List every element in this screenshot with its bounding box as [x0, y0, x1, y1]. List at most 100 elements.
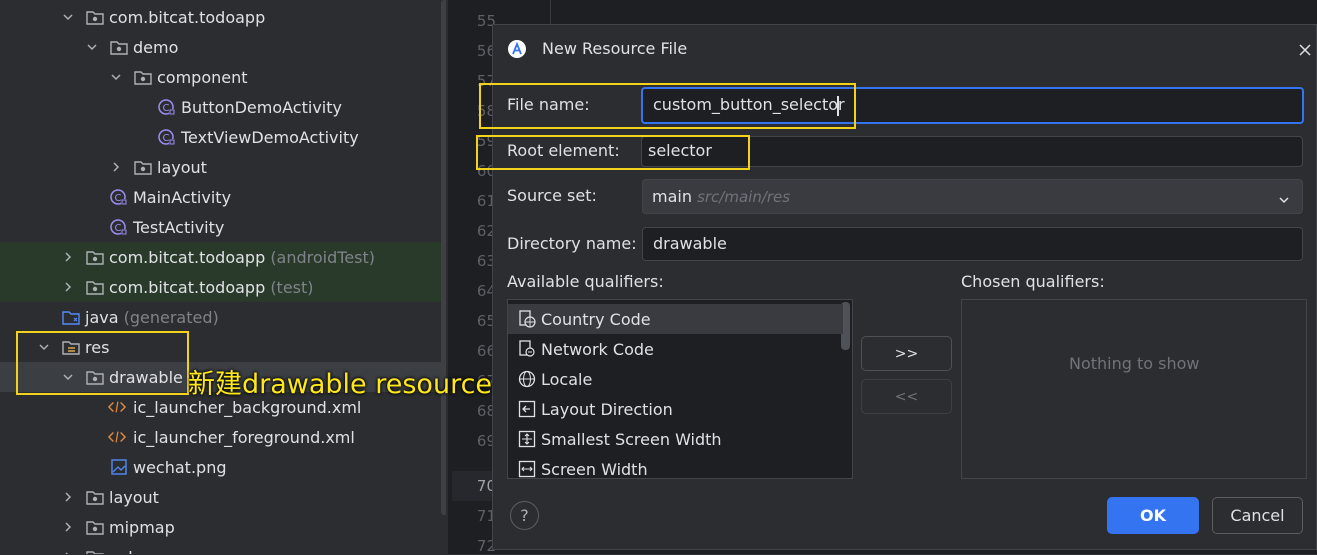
tree-item-folder[interactable]: demo — [0, 32, 446, 62]
qualifier-item[interactable]: Country Code — [508, 304, 843, 334]
tree-item-package[interactable]: com.bitcat.todoapp (test) — [0, 272, 446, 302]
tree-item-class[interactable]: C TextViewDemoActivity — [0, 122, 446, 152]
tree-item-label: java — [85, 307, 119, 327]
chevron-right-icon[interactable] — [63, 252, 73, 262]
line-number: 63 — [476, 252, 496, 270]
qualifier-item[interactable]: Screen Width — [508, 454, 843, 484]
tree-item-class[interactable]: C TestActivity — [0, 212, 446, 242]
line-number: 72 — [476, 537, 496, 555]
tree-item-package[interactable]: com.bitcat.todoapp (androidTest) — [0, 242, 446, 272]
chevron-down-icon[interactable] — [1278, 191, 1290, 204]
qualifier-label: Screen Width — [541, 459, 648, 479]
tree-scrollbar[interactable] — [441, 0, 446, 515]
annotation-caption: 新建drawable resource — [188, 369, 493, 400]
activity-class-icon: C — [110, 218, 128, 236]
qualifier-label: Network Code — [541, 339, 654, 359]
line-number: 64 — [476, 282, 496, 300]
source-set-path: src/main/res — [697, 188, 791, 206]
package-icon — [86, 548, 104, 554]
tree-item-label: com.bitcat.todoapp — [109, 247, 266, 267]
tree-item-label: demo — [133, 37, 179, 57]
highlight-box — [476, 135, 750, 170]
highlight-box — [479, 83, 856, 129]
chevron-right-icon[interactable] — [63, 492, 73, 502]
chevron-right-icon[interactable] — [63, 522, 73, 532]
tree-item-folder[interactable]: layout — [0, 482, 446, 512]
tree-item-folder[interactable]: java (generated) — [0, 302, 446, 332]
xml-file-icon — [108, 398, 126, 416]
project-tree: com.bitcat.todoapp demo component C Butt… — [0, 0, 446, 554]
tree-item-folder[interactable]: values — [0, 542, 446, 554]
country-code-icon — [518, 310, 536, 328]
layout-direction-icon — [518, 400, 536, 418]
help-button[interactable]: ? — [510, 501, 539, 530]
tree-item-label: component — [157, 67, 248, 87]
tree-item-suffix: (test) — [270, 277, 314, 297]
qualifier-item[interactable]: Layout Direction — [508, 394, 843, 424]
line-number: 70 — [476, 477, 496, 495]
tree-item-class[interactable]: C MainActivity — [0, 182, 446, 212]
tree-item-folder[interactable]: mipmap — [0, 512, 446, 542]
package-icon — [134, 158, 152, 176]
tree-item-folder[interactable]: component — [0, 62, 446, 92]
chevron-down-icon[interactable] — [63, 12, 73, 22]
directory-name-field[interactable] — [642, 227, 1303, 261]
tree-item-label: ic_launcher_foreground.xml — [133, 427, 355, 447]
package-icon — [86, 518, 104, 536]
source-set-value: main — [652, 187, 692, 206]
android-studio-icon — [507, 39, 527, 59]
line-number: 69 — [476, 432, 496, 450]
tree-item-label: ButtonDemoActivity — [181, 97, 342, 117]
package-icon — [86, 8, 104, 26]
tree-item-file[interactable]: wechat.png — [0, 452, 446, 482]
directory-name-value: drawable — [653, 234, 727, 253]
tree-item-package[interactable]: com.bitcat.todoapp — [0, 2, 446, 32]
xml-file-icon — [108, 428, 126, 446]
tree-item-label: TestActivity — [133, 217, 225, 237]
activity-class-icon: C — [158, 128, 176, 146]
ok-button[interactable]: OK — [1107, 497, 1199, 534]
tree-item-label: values — [109, 548, 161, 555]
image-file-icon — [110, 458, 128, 476]
smallest-screen-width-icon — [518, 430, 536, 448]
qualifier-item[interactable]: Network Code — [508, 334, 843, 364]
line-number: 65 — [476, 312, 496, 330]
activity-class-icon: C — [158, 98, 176, 116]
chevron-right-icon[interactable] — [63, 282, 73, 292]
tree-item-label: MainActivity — [133, 187, 232, 207]
chosen-qualifiers-list[interactable] — [961, 299, 1307, 479]
package-icon — [86, 488, 104, 506]
line-number: 61 — [476, 192, 496, 210]
cancel-button[interactable]: Cancel — [1212, 497, 1303, 534]
tree-item-folder[interactable]: layout — [0, 152, 446, 182]
add-qualifier-button[interactable]: >> — [861, 336, 952, 371]
network-code-icon — [518, 340, 536, 358]
remove-qualifier-button[interactable]: << — [861, 379, 952, 414]
tree-item-suffix: (androidTest) — [270, 247, 376, 267]
globe-icon — [518, 370, 536, 388]
package-icon — [110, 38, 128, 56]
line-number: 55 — [476, 12, 496, 30]
line-number: 71 — [476, 507, 496, 525]
line-number: 62 — [476, 222, 496, 240]
chevron-down-icon[interactable] — [87, 42, 97, 52]
empty-state-text: Nothing to show — [1069, 354, 1200, 373]
tree-item-label: mipmap — [109, 517, 175, 537]
generated-folder-icon — [62, 308, 80, 326]
chosen-qualifiers-label: Chosen qualifiers: — [961, 272, 1105, 291]
package-icon — [134, 68, 152, 86]
close-icon[interactable] — [1298, 42, 1312, 56]
source-set-label: Source set: — [507, 186, 597, 205]
qualifier-label: Country Code — [541, 309, 651, 329]
available-qualifiers-label: Available qualifiers: — [507, 272, 664, 291]
tree-item-label: com.bitcat.todoapp — [109, 7, 266, 27]
tree-item-label: wechat.png — [133, 457, 227, 477]
tree-item-class[interactable]: C ButtonDemoActivity — [0, 92, 446, 122]
chevron-down-icon[interactable] — [111, 72, 121, 82]
tree-item-label: com.bitcat.todoapp — [109, 277, 266, 297]
svg-text:C: C — [115, 193, 122, 204]
tree-item-file[interactable]: ic_launcher_foreground.xml — [0, 422, 446, 452]
qualifier-item[interactable]: Smallest Screen Width — [508, 424, 843, 454]
chevron-right-icon[interactable] — [111, 162, 121, 172]
qualifier-item[interactable]: Locale — [508, 364, 843, 394]
